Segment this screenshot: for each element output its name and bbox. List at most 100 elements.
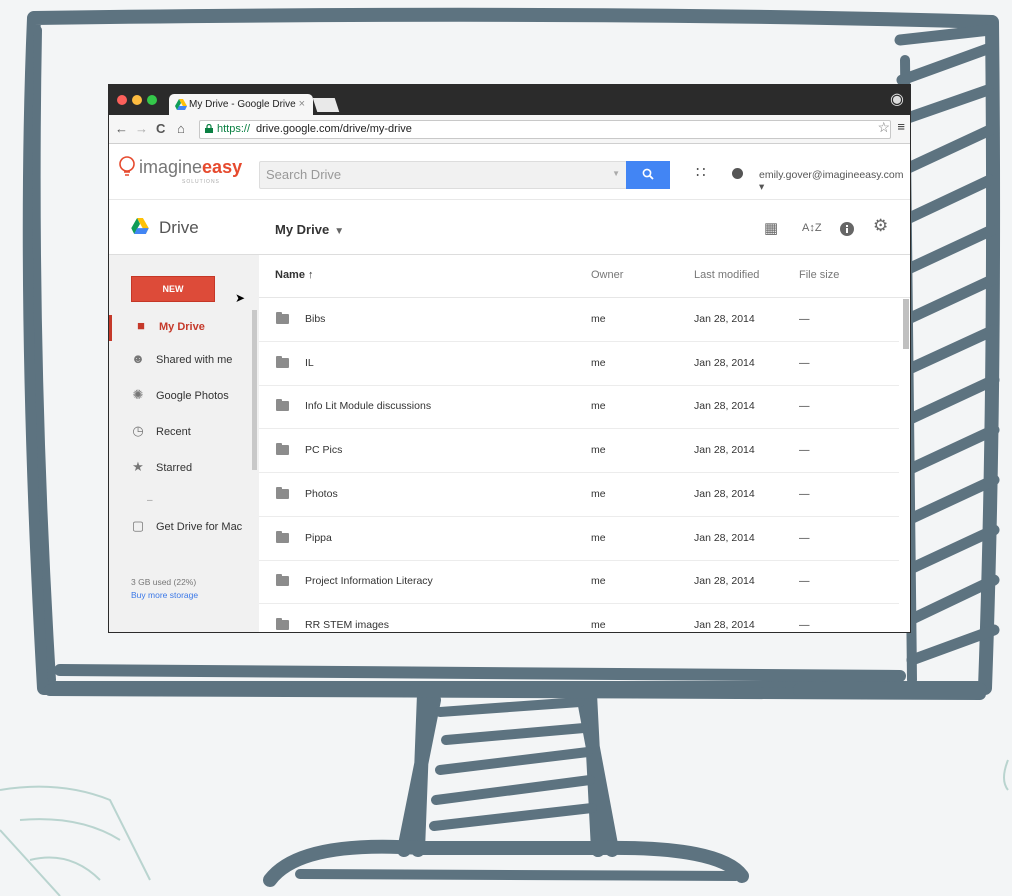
minimize-window-button[interactable] (132, 95, 142, 105)
sidebar-item-get-drive-for-mac[interactable]: ▢ Get Drive for Mac (109, 515, 259, 541)
file-owner: me (591, 400, 606, 413)
folder-icon (276, 355, 289, 368)
file-modified: Jan 28, 2014 (694, 575, 755, 588)
file-modified: Jan 28, 2014 (694, 313, 755, 325)
bookmark-star-icon[interactable]: ☆ (877, 119, 890, 136)
settings-gear-icon[interactable]: ⚙ (873, 216, 888, 236)
sidebar-item-recent[interactable]: ◷ Recent (109, 420, 259, 446)
apps-grid-icon[interactable]: ∷ (696, 163, 706, 181)
search-input[interactable]: Search Drive ▼ (259, 161, 627, 189)
star-icon: ★ (132, 459, 144, 474)
account-email-text: emily.gover@imagineeasy.com (759, 169, 904, 181)
search-options-icon[interactable]: ▼ (612, 169, 620, 178)
forward-button[interactable]: → (135, 121, 148, 136)
notifications-icon[interactable] (732, 168, 743, 179)
sidebar-item-shared-with-me[interactable]: ☻ Shared with me (109, 348, 259, 374)
folder-icon (276, 443, 289, 456)
home-button[interactable]: ⌂ (177, 121, 185, 136)
search-icon (642, 168, 654, 180)
sort-az-icon[interactable]: A↕Z (802, 222, 822, 234)
folder-icon (276, 486, 289, 499)
sidebar-item-google-photos[interactable]: ✺ Google Photos (109, 384, 259, 410)
drive-header: imagineeasy SOLUTIONS Search Drive ▼ ∷ e… (109, 143, 910, 200)
monitor-icon: ▢ (131, 518, 145, 533)
sidebar-scrollbar[interactable] (252, 310, 257, 470)
file-name: Bibs (305, 313, 326, 325)
sidebar-item-starred[interactable]: ★ Starred (109, 456, 259, 482)
table-row[interactable]: PC Pics me Jan 28, 2014 — (259, 429, 899, 474)
list-header: Name ↑ Owner Last modified File size (259, 255, 910, 298)
file-owner: me (591, 356, 606, 369)
incognito-icon: ◉ (890, 91, 904, 108)
file-modified: Jan 28, 2014 (694, 618, 755, 631)
buy-storage-link[interactable]: Buy more storage (131, 590, 198, 600)
brand-logo[interactable]: imagineeasy SOLUTIONS (119, 156, 243, 185)
sidebar-divider: – (147, 495, 153, 506)
file-owner: me (591, 531, 606, 544)
file-owner: me (591, 313, 606, 325)
new-button[interactable]: NEW (131, 276, 215, 302)
drive-icon (131, 218, 149, 234)
file-name: Pippa (305, 531, 332, 544)
table-row[interactable]: IL me Jan 28, 2014 — (259, 342, 899, 386)
file-modified: Jan 28, 2014 (694, 487, 755, 500)
browser-window: My Drive - Google Drive × ◉ ← → C ⌂ http… (109, 85, 910, 632)
column-name[interactable]: Name ↑ (275, 269, 314, 281)
reload-button[interactable]: C (156, 121, 165, 136)
sidebar: NEW ➤ ■ My Drive ☻ Shared with me ✺ Goog… (109, 255, 259, 632)
account-email[interactable]: emily.gover@imagineeasy.com ▾ (759, 169, 910, 193)
maximize-window-button[interactable] (147, 95, 157, 105)
new-tab-button[interactable] (312, 98, 340, 112)
browser-tab[interactable]: My Drive - Google Drive × (169, 94, 313, 115)
tab-close-icon[interactable]: × (299, 98, 305, 110)
folder-icon (276, 399, 289, 412)
file-name: Project Information Literacy (305, 575, 433, 588)
drive-folder-icon: ■ (137, 318, 145, 333)
file-modified: Jan 28, 2014 (694, 400, 755, 413)
tab-strip: My Drive - Google Drive × ◉ (109, 85, 910, 115)
brand-name-part2: easy (202, 157, 243, 177)
drive-title: Drive (159, 218, 199, 237)
file-owner: me (591, 444, 606, 457)
search-placeholder: Search Drive (266, 167, 342, 182)
table-row[interactable]: Bibs me Jan 28, 2014 — (259, 298, 899, 342)
folder-icon (276, 574, 289, 587)
brand-subtitle: SOLUTIONS (182, 179, 220, 185)
people-icon: ☻ (131, 351, 145, 366)
mouse-cursor-icon: ➤ (235, 291, 246, 305)
grid-view-icon[interactable]: ▦ (764, 219, 778, 237)
file-name: IL (305, 356, 314, 369)
file-size: — (799, 575, 810, 588)
file-modified: Jan 28, 2014 (694, 444, 755, 457)
file-owner: me (591, 618, 606, 631)
column-file-size[interactable]: File size (799, 269, 839, 281)
file-size: — (799, 400, 810, 413)
brand-name-part1: imagine (139, 157, 203, 177)
location-label: My Drive (275, 222, 330, 237)
file-size: — (799, 356, 810, 369)
back-button[interactable]: ← (115, 121, 128, 136)
file-modified: Jan 28, 2014 (694, 356, 755, 369)
tab-title: My Drive - Google Drive (189, 99, 296, 110)
table-row[interactable]: Photos me Jan 28, 2014 — (259, 473, 899, 517)
browser-menu-icon[interactable]: ≡ (897, 119, 905, 134)
file-name: RR STEM images (305, 618, 390, 631)
location-dropdown[interactable]: My Drive ▼ (275, 222, 344, 237)
url-path: drive.google.com/drive/my-drive (256, 123, 412, 135)
account-caret-icon: ▾ (759, 181, 765, 193)
file-owner: me (591, 575, 606, 588)
info-icon[interactable] (840, 222, 854, 236)
file-name: PC Pics (305, 444, 343, 457)
column-last-modified[interactable]: Last modified (694, 269, 759, 281)
file-size: — (799, 313, 810, 325)
list-scrollbar[interactable] (903, 299, 909, 349)
table-row[interactable]: Info Lit Module discussions me Jan 28, 201… (259, 385, 899, 430)
column-owner[interactable]: Owner (591, 269, 623, 281)
table-row[interactable]: RR STEM images me Jan 28, 2014 — (259, 604, 899, 632)
search-button[interactable] (626, 161, 670, 189)
sidebar-item-my-drive[interactable]: ■ My Drive (109, 315, 259, 341)
url-field[interactable]: https:// drive.google.com/drive/my-drive (199, 120, 891, 139)
table-row[interactable]: Pippa me Jan 28, 2014 — (259, 517, 899, 561)
close-window-button[interactable] (117, 95, 127, 105)
table-row[interactable]: Project Information Literacy me Jan 28, 20… (259, 560, 899, 605)
